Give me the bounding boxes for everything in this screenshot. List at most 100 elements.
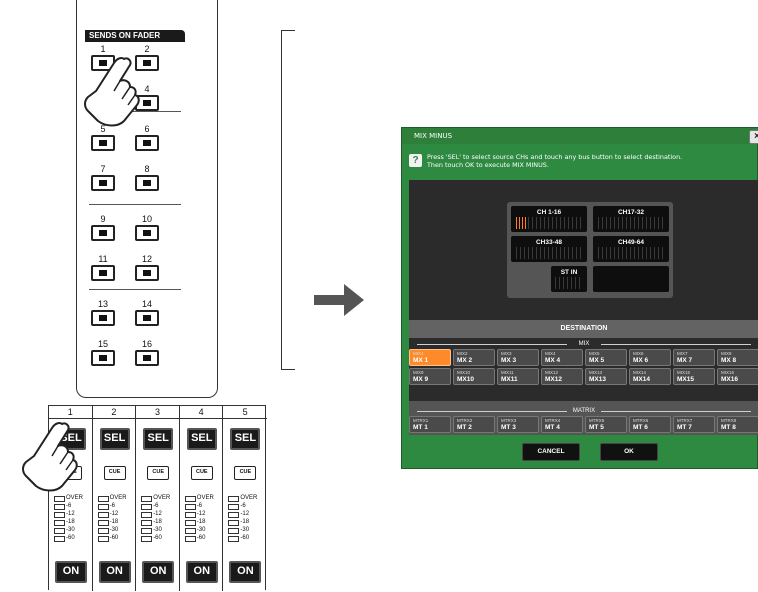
- send-key[interactable]: [135, 350, 159, 366]
- meter-label: -12: [141, 510, 179, 518]
- send-button-7[interactable]: 7: [89, 164, 117, 192]
- level-meter: OVER -6 -12 -18 -30 -60: [141, 494, 179, 542]
- send-button-number: 11: [98, 254, 108, 264]
- meter-label: OVER: [54, 494, 92, 502]
- sel-button[interactable]: SEL: [186, 428, 217, 450]
- close-icon[interactable]: ×: [749, 130, 758, 144]
- send-key[interactable]: [135, 265, 159, 281]
- bus-label: MX12: [545, 376, 562, 383]
- send-button-number: 16: [141, 339, 152, 349]
- mix-button-12[interactable]: MIX12 MX12: [541, 368, 583, 385]
- pointing-hand-icon: [84, 57, 140, 127]
- mix-button-6[interactable]: MIX6 MX 6: [629, 349, 671, 366]
- matrix-button-5[interactable]: MTRX5 MT 5: [585, 416, 627, 433]
- bus-label: MT 8: [721, 424, 736, 431]
- send-button-10[interactable]: 10: [133, 214, 161, 242]
- mix-button-7[interactable]: MIX7 MX 7: [673, 349, 715, 366]
- send-key[interactable]: [91, 175, 115, 191]
- send-button-14[interactable]: 14: [133, 299, 161, 327]
- level-meter: OVER -6 -12 -18 -30 -60: [228, 494, 266, 542]
- send-button-13[interactable]: 13: [89, 299, 117, 327]
- matrix-button-7[interactable]: MTRX7 MT 7: [673, 416, 715, 433]
- send-button-8[interactable]: 8: [133, 164, 161, 192]
- channel-block[interactable]: CH49-64: [593, 236, 669, 262]
- mix-button-9[interactable]: MIX9 MX 9: [409, 368, 451, 385]
- bus-label: MX13: [589, 376, 606, 383]
- mix-button-15[interactable]: MIX15 MX15: [673, 368, 715, 385]
- divider: [89, 204, 181, 205]
- mix-button-2[interactable]: MIX2 MX 2: [453, 349, 495, 366]
- send-button-12[interactable]: 12: [133, 254, 161, 282]
- mix-group-label: MIX: [409, 340, 758, 348]
- channel-number: 5: [223, 406, 267, 419]
- bus-label: MT 1: [413, 424, 428, 431]
- on-button[interactable]: ON: [98, 561, 131, 583]
- dialog-title: MIX MINUS: [402, 128, 758, 144]
- on-button[interactable]: ON: [229, 561, 262, 583]
- meter-label: OVER: [97, 494, 136, 502]
- send-key[interactable]: [91, 350, 115, 366]
- meter-label: -6: [141, 502, 179, 510]
- mix-button-5[interactable]: MIX5 MX 5: [585, 349, 627, 366]
- matrix-button-2[interactable]: MTRX2 MT 2: [453, 416, 495, 433]
- meter-label: -60: [97, 534, 136, 542]
- send-key[interactable]: [135, 135, 159, 151]
- matrix-button-6[interactable]: MTRX6 MT 6: [629, 416, 671, 433]
- mix-button-13[interactable]: MIX13 MX13: [585, 368, 627, 385]
- divider: [89, 289, 181, 290]
- mix-button-1[interactable]: MIX1 MX 1: [409, 349, 451, 366]
- meter-label: -18: [184, 518, 223, 526]
- matrix-button-1[interactable]: MTRX1 MT 1: [409, 416, 451, 433]
- sel-button[interactable]: SEL: [99, 428, 130, 450]
- sel-button[interactable]: SEL: [143, 428, 174, 450]
- mix-button-14[interactable]: MIX14 MX14: [629, 368, 671, 385]
- send-key[interactable]: [91, 310, 115, 326]
- cancel-button[interactable]: CANCEL: [522, 443, 580, 461]
- ok-button[interactable]: OK: [600, 443, 658, 461]
- send-button-15[interactable]: 15: [89, 339, 117, 367]
- channel-block[interactable]: CH33-48: [511, 236, 587, 262]
- bus-label: MX10: [457, 376, 474, 383]
- send-button-6[interactable]: 6: [133, 124, 161, 152]
- mix-button-10[interactable]: MIX10 MX10: [453, 368, 495, 385]
- meter-label: -6: [228, 502, 266, 510]
- mix-button-3[interactable]: MIX3 MX 3: [497, 349, 539, 366]
- matrix-row: MTRX1 MT 1 MTRX2 MT 2 MTRX3 MT 3 MTRX4 MT 4 MTRX…: [409, 416, 758, 433]
- sel-button[interactable]: SEL: [230, 428, 261, 450]
- meter-label: -6: [184, 502, 223, 510]
- matrix-button-8[interactable]: MTRX8 MT 8: [717, 416, 758, 433]
- mix-button-16[interactable]: MIX16 MX16: [717, 368, 758, 385]
- matrix-button-3[interactable]: MTRX3 MT 3: [497, 416, 539, 433]
- send-button-11[interactable]: 11: [89, 254, 117, 282]
- channel-block[interactable]: ST IN: [551, 266, 587, 292]
- matrix-button-4[interactable]: MTRX4 MT 4: [541, 416, 583, 433]
- cue-button[interactable]: CUE: [234, 466, 257, 480]
- channel-block[interactable]: CH17-32: [593, 206, 669, 232]
- send-button-5[interactable]: 5: [89, 124, 117, 152]
- on-button[interactable]: ON: [142, 561, 175, 583]
- send-key[interactable]: [91, 225, 115, 241]
- on-button[interactable]: ON: [185, 561, 218, 583]
- send-key[interactable]: [135, 225, 159, 241]
- bus-label: MX16: [721, 376, 738, 383]
- mix-button-4[interactable]: MIX4 MX 4: [541, 349, 583, 366]
- cue-button[interactable]: CUE: [190, 466, 213, 480]
- send-key[interactable]: [135, 175, 159, 191]
- bus-label: MX 2: [457, 357, 473, 364]
- send-key[interactable]: [91, 135, 115, 151]
- send-key[interactable]: [91, 265, 115, 281]
- cue-button[interactable]: CUE: [103, 466, 126, 480]
- on-button[interactable]: ON: [55, 561, 87, 583]
- bus-label: MT 5: [589, 424, 604, 431]
- meter-label: -12: [228, 510, 266, 518]
- send-key[interactable]: [135, 310, 159, 326]
- channel-block[interactable]: CH 1-16: [511, 206, 587, 232]
- mix-button-8[interactable]: MIX8 MX 8: [717, 349, 758, 366]
- meter-label: -30: [141, 526, 179, 534]
- mix-button-11[interactable]: MIX11 MX11: [497, 368, 539, 385]
- send-button-9[interactable]: 9: [89, 214, 117, 242]
- cue-button[interactable]: CUE: [147, 466, 170, 480]
- send-button-16[interactable]: 16: [133, 339, 161, 367]
- mix-minus-dialog: MIX MINUS × ? Press 'SEL' to select sour…: [401, 127, 758, 469]
- bus-label: MX 6: [633, 357, 649, 364]
